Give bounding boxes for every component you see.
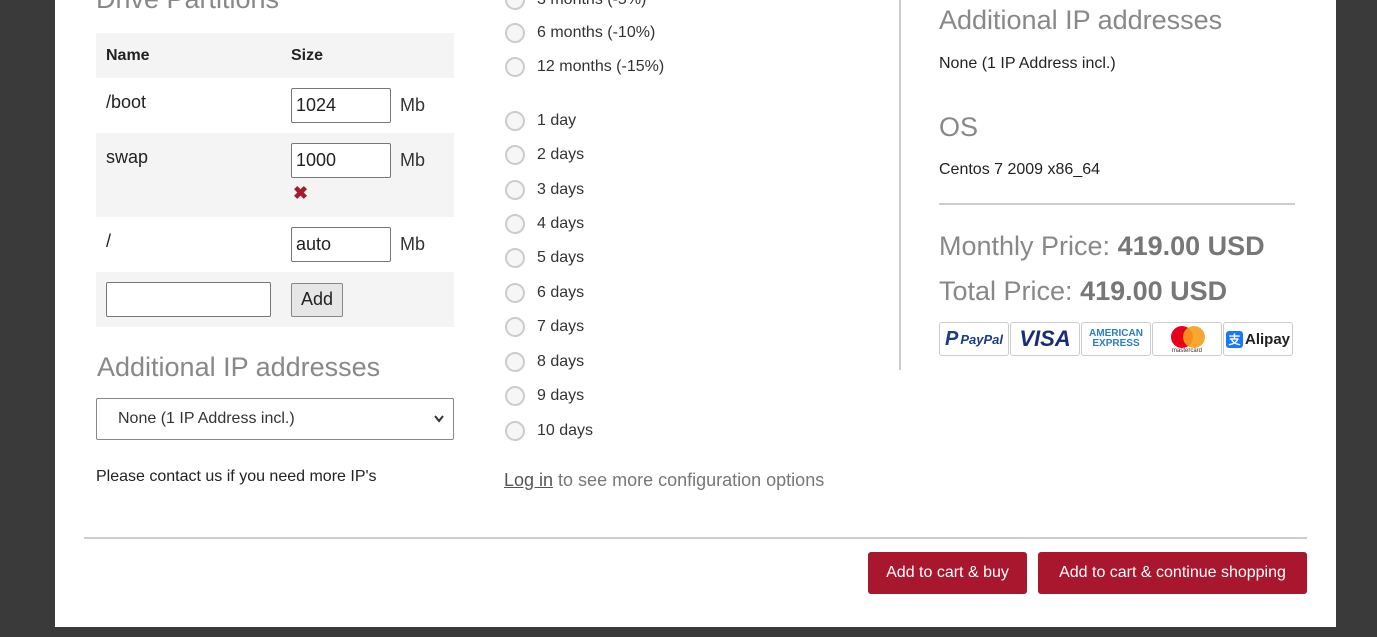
partition-row: / Mb bbox=[96, 217, 454, 272]
radio-circle[interactable] bbox=[505, 421, 525, 441]
partition-name: /boot bbox=[106, 92, 147, 112]
column-header-name: Name bbox=[106, 46, 150, 64]
period-label: 5 days bbox=[537, 249, 585, 266]
period-option[interactable]: 1 day bbox=[505, 111, 576, 131]
add-to-cart-buy-button[interactable]: Add to cart & buy bbox=[868, 552, 1027, 594]
monthly-price: Monthly Price: 419.00 USD bbox=[939, 231, 1265, 262]
login-link[interactable]: Log in bbox=[504, 470, 553, 490]
radio-circle[interactable] bbox=[505, 145, 525, 165]
summary-os-heading: OS bbox=[939, 112, 979, 142]
amex-icon: AMERICAN EXPRESS bbox=[1081, 322, 1151, 356]
period-option[interactable]: 5 days bbox=[505, 248, 584, 268]
partition-name: / bbox=[106, 231, 112, 251]
period-label: 10 days bbox=[537, 422, 594, 439]
period-label: 2 days bbox=[537, 146, 585, 163]
login-prompt-text: to see more configuration options bbox=[553, 470, 825, 490]
period-label: 4 days bbox=[537, 215, 585, 232]
period-option[interactable]: 2 days bbox=[505, 145, 584, 165]
additional-ip-heading: Additional IP addresses bbox=[97, 352, 381, 382]
add-to-cart-continue-button[interactable]: Add to cart & continue shopping bbox=[1038, 552, 1307, 594]
payment-methods: P PayPal VISA AMERICAN EXPRESS mastercard… bbox=[939, 322, 1293, 356]
delete-partition-icon[interactable]: ✖ bbox=[293, 184, 444, 202]
monthly-price-value: 419.00 USD bbox=[1117, 231, 1265, 261]
period-option[interactable]: 3 months (-5%) bbox=[505, 0, 646, 10]
period-label: 6 months (-10%) bbox=[537, 24, 656, 41]
summary-ip-heading: Additional IP addresses bbox=[939, 5, 1223, 35]
partition-size-input[interactable] bbox=[291, 227, 391, 262]
radio-circle[interactable] bbox=[505, 352, 525, 372]
unit-label: Mb bbox=[400, 95, 426, 115]
unit-label: Mb bbox=[400, 234, 426, 254]
visa-icon: VISA bbox=[1010, 322, 1080, 356]
partition-row: /boot Mb bbox=[96, 78, 454, 133]
total-price: Total Price: 419.00 USD bbox=[939, 276, 1227, 307]
radio-circle[interactable] bbox=[505, 111, 525, 131]
total-price-label: Total Price: bbox=[939, 276, 1081, 306]
period-label: 8 days bbox=[537, 353, 585, 370]
period-option[interactable]: 4 days bbox=[505, 214, 584, 234]
contact-note: Please contact us if you need more IP's bbox=[96, 468, 377, 485]
period-option[interactable]: 9 days bbox=[505, 386, 584, 406]
drive-partitions-heading: Drive Partitions bbox=[96, 0, 279, 15]
partition-size-input[interactable] bbox=[291, 143, 391, 178]
unit-label: Mb bbox=[400, 150, 426, 170]
partition-row: swap Mb ✖ bbox=[96, 133, 454, 217]
period-option[interactable]: 6 months (-10%) bbox=[505, 23, 655, 43]
partition-size-input[interactable] bbox=[291, 88, 391, 123]
radio-circle[interactable] bbox=[505, 248, 525, 268]
add-partition-button[interactable]: Add bbox=[291, 282, 344, 317]
summary-os-value: Centos 7 2009 x86_64 bbox=[939, 161, 1101, 178]
partitions-header-row: Name Size bbox=[96, 33, 454, 78]
login-prompt: Log in to see more configuration options bbox=[504, 470, 824, 491]
period-option[interactable]: 3 days bbox=[505, 180, 584, 200]
new-partition-row: Add bbox=[96, 272, 454, 327]
radio-circle[interactable] bbox=[505, 214, 525, 234]
period-label: 7 days bbox=[537, 318, 585, 335]
period-label: 12 months (-15%) bbox=[537, 58, 665, 75]
column-divider bbox=[899, 0, 901, 370]
partition-name: swap bbox=[106, 147, 149, 167]
period-label: 3 days bbox=[537, 181, 585, 198]
summary-divider bbox=[939, 203, 1295, 205]
period-option[interactable]: 8 days bbox=[505, 352, 584, 372]
period-label: 9 days bbox=[537, 387, 585, 404]
radio-circle[interactable] bbox=[505, 0, 525, 10]
period-option[interactable]: 6 days bbox=[505, 283, 584, 303]
additional-ip-select[interactable]: None (1 IP Address incl.) bbox=[96, 398, 454, 440]
column-header-size: Size bbox=[291, 46, 324, 64]
paypal-icon: P PayPal bbox=[939, 322, 1009, 356]
period-label: 3 months (-5%) bbox=[537, 0, 646, 9]
chevron-down-icon bbox=[433, 399, 445, 454]
partitions-table: Name Size /boot Mb swap Mb ✖ / Mb bbox=[96, 33, 454, 327]
additional-ip-selected-value: None (1 IP Address incl.) bbox=[118, 410, 295, 427]
new-partition-name-input[interactable] bbox=[106, 282, 271, 317]
monthly-price-label: Monthly Price: bbox=[939, 231, 1118, 261]
period-label: 6 days bbox=[537, 284, 585, 301]
radio-circle[interactable] bbox=[505, 283, 525, 303]
period-option[interactable]: 10 days bbox=[505, 421, 593, 441]
period-label: 1 day bbox=[537, 112, 577, 129]
footer-divider bbox=[84, 537, 1307, 539]
period-option[interactable]: 7 days bbox=[505, 317, 584, 337]
total-price-value: 419.00 USD bbox=[1080, 276, 1228, 306]
radio-circle[interactable] bbox=[505, 23, 525, 43]
radio-circle[interactable] bbox=[505, 180, 525, 200]
alipay-icon: 支 Alipay bbox=[1223, 322, 1293, 356]
radio-circle[interactable] bbox=[505, 57, 525, 77]
summary-ip-value: None (1 IP Address incl.) bbox=[939, 55, 1116, 72]
radio-circle[interactable] bbox=[505, 317, 525, 337]
period-option[interactable]: 12 months (-15%) bbox=[505, 57, 664, 77]
mastercard-icon: mastercard bbox=[1152, 322, 1222, 356]
radio-circle[interactable] bbox=[505, 386, 525, 406]
